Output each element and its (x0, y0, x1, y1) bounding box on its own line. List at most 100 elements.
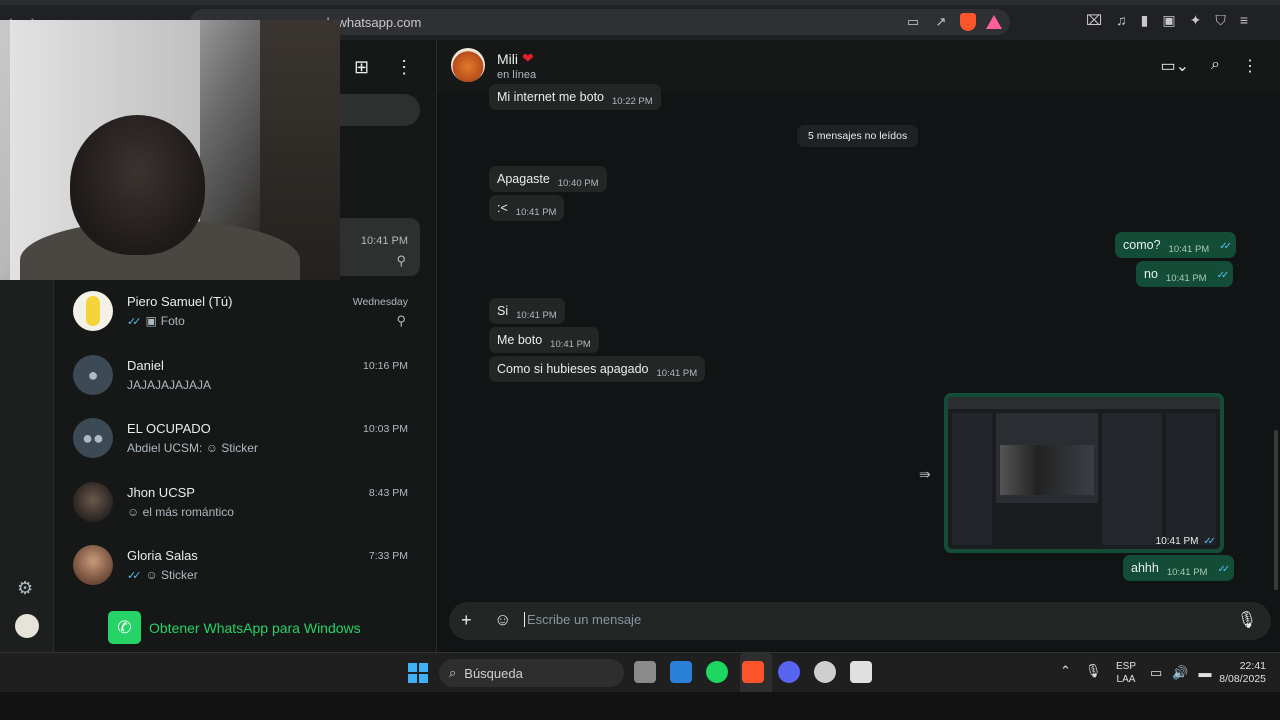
message-time: 10:41 PM (656, 368, 698, 379)
image-content (1000, 445, 1094, 495)
chat-name: Jhon UCSP (127, 485, 195, 500)
cast-icon[interactable]: ▭ (904, 13, 922, 31)
sidebar-icon[interactable]: ▮ (1141, 12, 1149, 29)
contact-avatar[interactable] (451, 48, 485, 82)
share-icon[interactable]: ↗ (932, 13, 950, 31)
menu-icon[interactable]: ≡ (1240, 12, 1248, 29)
outgoing-message[interactable]: ahhh 10:41 PM ✓✓ (1123, 555, 1235, 581)
message-text: Si (497, 304, 509, 318)
default-avatar-icon: ● (73, 355, 113, 395)
chat-row[interactable]: Piero Samuel (Tú) Wednesday ✓✓ ▣ Foto ⚲ (54, 280, 424, 344)
group-avatar-icon: ●● (73, 418, 113, 458)
get-whatsapp-label: Obtener WhatsApp para Windows (149, 619, 361, 636)
message-input[interactable]: Escribe un mensaje (524, 612, 641, 627)
chat-time: 10:03 PM (363, 423, 408, 435)
chat-row[interactable]: ●● EL OCUPADO 10:03 PM Abdiel UCSM: ☺ St… (54, 407, 424, 471)
store-icon[interactable] (670, 661, 692, 683)
system-tray: ⌃ 🎙 (1060, 663, 1101, 679)
taskbar-search[interactable]: ⌕ Búsqueda (439, 659, 624, 687)
video-call-icon[interactable]: ▭⌄ (1161, 56, 1190, 76)
settings-icon[interactable]: ⚙ (17, 578, 33, 599)
message-text: :< (497, 201, 508, 215)
incoming-message[interactable]: Apagaste 10:40 PM (489, 166, 607, 192)
scrollbar[interactable] (1274, 430, 1278, 590)
outgoing-image-message[interactable]: 10:41 PM ✓✓ (944, 393, 1224, 553)
chat-time: 7:33 PM (368, 550, 408, 562)
get-whatsapp-banner[interactable]: ✆ Obtener WhatsApp para Windows (108, 611, 361, 644)
chat-row[interactable]: Gloria Salas 7:33 PM ✓✓ ☺ Sticker (54, 534, 424, 598)
outgoing-message[interactable]: no 10:41 PM ✓✓ (1136, 261, 1234, 287)
image-content (1166, 413, 1216, 545)
screenshot-icon[interactable]: ⌧ (1086, 12, 1102, 29)
chevron-up-icon[interactable]: ⌃ (1060, 663, 1071, 679)
microphone-icon[interactable]: 🎙 (1085, 663, 1102, 679)
contact-status: en línea (497, 69, 537, 81)
chat-row[interactable]: ● Daniel 10:16 PM JAJAJAJAJAJA (54, 344, 424, 408)
read-ticks-icon: ✓✓ (1203, 536, 1216, 547)
clock[interactable]: 22:41 8/08/2025 (1210, 660, 1266, 686)
chat-preview: Abdiel UCSM: ☺ Sticker (127, 441, 258, 455)
read-ticks-icon: ✓✓ (1219, 241, 1232, 252)
microphone-icon[interactable]: 🎙 (1237, 610, 1257, 630)
incoming-message[interactable]: Mi internet me boto 10:22 PM (489, 84, 661, 110)
more-options-icon[interactable]: ⋮ (1242, 56, 1258, 76)
incoming-message[interactable]: Como si hubieses apagado 10:41 PM (489, 356, 706, 382)
incoming-message[interactable]: :< 10:41 PM (489, 195, 565, 221)
snipping-tool-icon[interactable] (850, 661, 872, 683)
message-time: 10:41 PM (1166, 567, 1208, 578)
taskbar-search-label: Búsqueda (464, 665, 523, 681)
vpn-icon[interactable]: ⛉ (1215, 12, 1226, 29)
music-icon[interactable]: ♫ (1116, 12, 1127, 29)
brave-shields-icon[interactable] (960, 13, 976, 31)
image-content (948, 397, 1220, 409)
header-actions: ▭⌄ ⌕ ⋮ (1161, 56, 1259, 76)
file-explorer-icon[interactable] (634, 661, 656, 683)
chat-row[interactable]: Jhon UCSP 8:43 PM ☺ el más romántico (54, 471, 424, 535)
chat-preview: ☺ el más romántico (127, 505, 234, 519)
message-text: no (1144, 267, 1158, 281)
outgoing-message[interactable]: como? 10:41 PM ✓✓ (1115, 232, 1236, 258)
message-text: Apagaste (497, 172, 550, 186)
windows-start-icon[interactable] (408, 663, 428, 683)
more-options-icon[interactable]: ⋮ (395, 57, 413, 78)
clock-date: 8/08/2025 (1219, 673, 1266, 685)
emoji-icon[interactable]: ☺ (494, 610, 511, 630)
photo-icon: ▣ (145, 314, 157, 328)
message-time: 10:41 PM (550, 339, 591, 350)
keyboard-layout: LAA (1116, 674, 1136, 685)
chat-preview-text: JAJAJAJAJAJA (127, 378, 212, 392)
incoming-message[interactable]: Me boto 10:41 PM (489, 327, 599, 353)
new-chat-icon[interactable]: ⊞ (354, 57, 369, 78)
discord-icon[interactable] (778, 661, 800, 683)
message-time: 10:41 PM ✓✓ (1156, 536, 1216, 547)
incoming-message[interactable]: Si 10:41 PM (489, 298, 565, 324)
spotify-icon[interactable] (706, 661, 728, 683)
pinned-apps (634, 661, 872, 683)
message-time: 10:41 PM (1168, 244, 1210, 255)
screen-bottom (0, 692, 1280, 720)
app-icon[interactable] (814, 661, 836, 683)
avatar (73, 545, 113, 585)
avatar (73, 291, 113, 331)
chat-name: Daniel (127, 358, 164, 373)
read-ticks-icon: ✓✓ (127, 315, 142, 328)
chat-time: 10:16 PM (363, 360, 408, 372)
profile-avatar[interactable] (15, 614, 39, 638)
chat-preview-text: Foto (160, 314, 185, 328)
language-indicator[interactable]: ESP LAA (1116, 660, 1136, 686)
message-text: como? (1123, 238, 1161, 252)
wallet-icon[interactable]: ▣ (1162, 12, 1175, 29)
brave-browser-icon[interactable] (742, 661, 764, 683)
webcam-overlay[interactable] (0, 20, 340, 280)
leo-ai-icon[interactable]: ✦ (1190, 12, 1202, 29)
volume-icon[interactable]: 🔊 (1172, 665, 1188, 681)
screenshot-image[interactable] (948, 397, 1220, 549)
heart-icon: ❤ (522, 50, 534, 66)
conversation-panel: Mili ❤ en línea ▭⌄ ⌕ ⋮ Mi internet me bo… (437, 40, 1280, 652)
brave-rewards-icon[interactable] (986, 15, 1002, 29)
forward-icon[interactable]: ⇛ (919, 466, 931, 483)
attach-icon[interactable]: + (461, 610, 472, 631)
message-time: 10:41 PM (516, 310, 557, 321)
search-icon[interactable]: ⌕ (1211, 56, 1220, 76)
network-icon[interactable]: ▭ (1150, 665, 1162, 681)
